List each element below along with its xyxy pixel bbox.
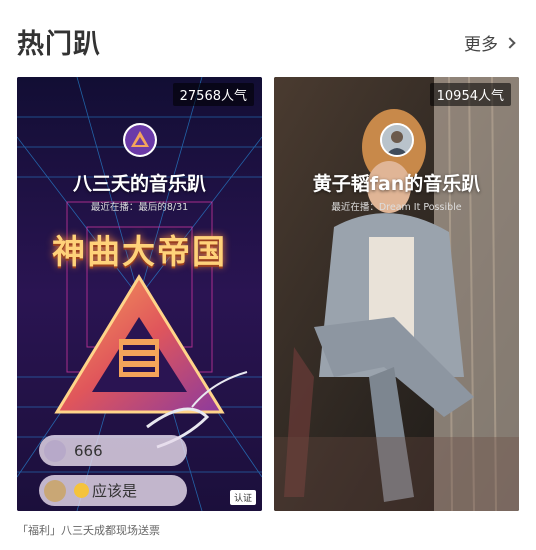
popularity-badge: 10954人气 xyxy=(429,83,511,106)
chat-bubble: 666 xyxy=(39,435,187,466)
section-header: 热门趴 更多 xyxy=(0,0,536,76)
chevron-right-icon xyxy=(504,36,516,49)
chat-bubble: 应该是 xyxy=(39,475,187,506)
chat-message-wrap: 应该是 xyxy=(74,480,137,501)
triangle-logo-icon xyxy=(124,125,155,155)
now-playing: 最近在播：最后的8/31 xyxy=(90,202,189,213)
room-card[interactable]: 神曲大帝国 27568人气 八三夭的音乐趴 最近在播：最后的8/31 666 应… xyxy=(17,77,262,511)
poster-title: 神曲大帝国 xyxy=(52,232,227,271)
room-name: 黄子韬fan的音乐趴 xyxy=(312,173,481,195)
avatar xyxy=(122,123,157,157)
avatar xyxy=(44,439,66,462)
room-card[interactable]: 10954人气 黄子韬fan的音乐趴 最近在播：Dream It Possibl… xyxy=(274,77,519,511)
chat-message: 666 xyxy=(74,441,103,460)
user-avatar-icon xyxy=(381,125,412,155)
smile-emoji-icon xyxy=(74,483,89,498)
avatar xyxy=(379,123,414,157)
now-playing: 最近在播：Dream It Possible xyxy=(331,202,462,213)
popularity-badge: 27568人气 xyxy=(172,83,254,106)
more-link[interactable]: 更多 xyxy=(464,30,516,55)
chat-message: 应该是 xyxy=(92,482,138,500)
card-caption[interactable]: 「福利」八三夭成都现场送票 xyxy=(17,522,160,538)
verify-tag: 认证 xyxy=(229,490,256,505)
avatar xyxy=(44,479,66,502)
more-label: 更多 xyxy=(464,35,498,55)
room-name: 八三夭的音乐趴 xyxy=(72,173,206,195)
section-title: 热门趴 xyxy=(17,29,101,60)
